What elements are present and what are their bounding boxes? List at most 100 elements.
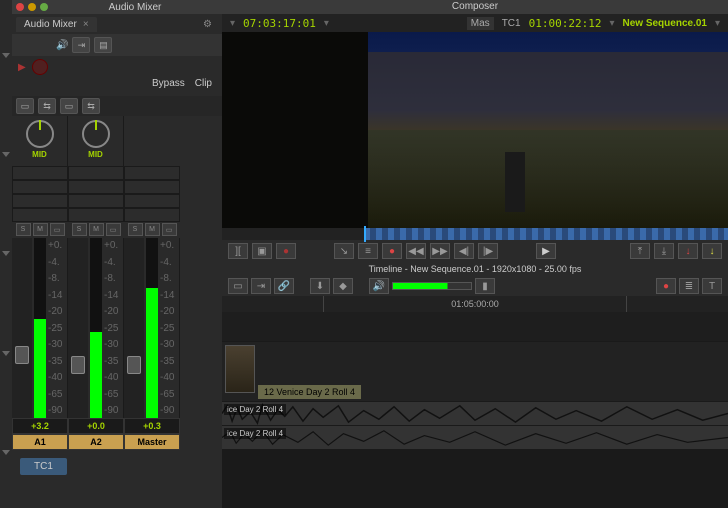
sequence-name[interactable]: New Sequence.01 — [622, 18, 706, 29]
text-tool-icon[interactable]: T — [702, 278, 722, 294]
effect-arrows-icon[interactable]: ⇆ — [38, 98, 56, 114]
segment-mode-icon[interactable]: ▭ — [228, 278, 248, 294]
clear-marks-icon[interactable]: ▣ — [252, 243, 272, 259]
record-button[interactable] — [32, 59, 48, 75]
video-clip-thumb[interactable] — [225, 345, 255, 393]
fader-handle[interactable] — [15, 346, 29, 364]
insert-slot[interactable] — [68, 180, 124, 194]
marker-icon[interactable]: ● — [656, 278, 676, 294]
mode-button[interactable]: ▭ — [50, 223, 65, 236]
close-tab-icon[interactable]: × — [83, 19, 89, 30]
tab-audio-mixer[interactable]: Audio Mixer × — [16, 17, 97, 32]
dropdown-icon[interactable]: ▾ — [230, 18, 235, 29]
track-filler[interactable] — [222, 312, 728, 342]
mute-button[interactable]: M — [145, 223, 160, 236]
record-monitor[interactable] — [368, 32, 728, 228]
fader-handle[interactable] — [71, 356, 85, 374]
record-icon[interactable]: ● — [382, 243, 402, 259]
audio-track-2[interactable]: ice Day 2 Roll 4 — [222, 426, 728, 450]
channel-name[interactable]: Master — [124, 434, 180, 450]
mode-button[interactable]: ▭ — [106, 223, 121, 236]
solo-button[interactable]: S — [128, 223, 143, 236]
effect-slot-icon[interactable]: ▭ — [60, 98, 78, 114]
insert-slot[interactable] — [124, 208, 180, 222]
playhead-icon[interactable] — [364, 226, 366, 242]
mute-button[interactable]: M — [33, 223, 48, 236]
gear-icon[interactable]: ⚙ — [203, 19, 212, 30]
insert-slot[interactable] — [68, 194, 124, 208]
dropdown-icon[interactable]: ▾ — [609, 18, 614, 29]
insert-slot[interactable] — [12, 180, 68, 194]
play-icon[interactable]: ▶ — [536, 243, 556, 259]
extract-icon[interactable]: ⤒ — [630, 243, 650, 259]
insert-slot[interactable] — [12, 194, 68, 208]
insert-slot[interactable] — [124, 180, 180, 194]
meter-icon[interactable]: ▮ — [475, 278, 495, 294]
mode-button[interactable]: ▭ — [162, 223, 177, 236]
solo-button[interactable]: S — [72, 223, 87, 236]
source-monitor[interactable] — [222, 32, 368, 228]
speaker-icon[interactable]: 🔊 — [56, 40, 68, 51]
video-clip-label[interactable]: 12 Venice Day 2 Roll 4 — [258, 385, 361, 399]
expand-toggle-icon[interactable] — [2, 53, 10, 58]
list-icon[interactable]: ≡ — [358, 243, 378, 259]
overwrite-icon[interactable]: ↓ — [678, 243, 698, 259]
link-icon[interactable]: 🔗 — [274, 278, 294, 294]
fader-handle[interactable] — [127, 356, 141, 374]
fader-track[interactable] — [68, 238, 88, 418]
channel-name[interactable]: A1 — [12, 434, 68, 450]
step-back-icon[interactable]: ◀| — [454, 243, 474, 259]
rewind-icon[interactable]: ◀◀ — [406, 243, 426, 259]
splice-icon[interactable]: ↓ — [702, 243, 722, 259]
marker-icon[interactable]: ● — [276, 243, 296, 259]
fader-value[interactable]: +0.0 — [68, 418, 124, 434]
forward-icon[interactable]: ▶▶ — [430, 243, 450, 259]
waveform[interactable]: ice Day 2 Roll 4 — [222, 426, 728, 449]
expand-toggle-icon[interactable] — [2, 152, 10, 157]
pan-knob[interactable] — [26, 120, 54, 148]
tc-track-chip[interactable]: TC1 — [20, 458, 67, 475]
mark-in-icon[interactable]: ][ — [228, 243, 248, 259]
insert-slot[interactable] — [124, 166, 180, 180]
expand-toggle-icon[interactable] — [2, 251, 10, 256]
trim-mode-icon[interactable]: ⇥ — [251, 278, 271, 294]
speaker-icon[interactable]: 🔊 — [369, 278, 389, 294]
mute-button[interactable]: M — [89, 223, 104, 236]
view-menu-icon[interactable]: ≣ — [679, 278, 699, 294]
zoom-icon[interactable] — [40, 3, 48, 11]
link-icon[interactable]: ⇥ — [72, 37, 90, 53]
step-fwd-icon[interactable]: |▶ — [478, 243, 498, 259]
master-label[interactable]: Mas — [467, 17, 494, 30]
effect-mode-icon[interactable]: ⬇ — [310, 278, 330, 294]
position-bar[interactable] — [222, 228, 728, 240]
minimize-icon[interactable] — [28, 3, 36, 11]
close-icon[interactable] — [16, 3, 24, 11]
lift-icon[interactable]: ⤓ — [654, 243, 674, 259]
expand-toggle-icon[interactable] — [2, 351, 10, 356]
fader-track[interactable] — [12, 238, 32, 418]
view-icon[interactable]: ▤ — [94, 37, 112, 53]
fader-track[interactable] — [124, 238, 144, 418]
effect-slot-icon[interactable]: ▭ — [16, 98, 34, 114]
go-start-icon[interactable]: ↘ — [334, 243, 354, 259]
record-arrow-icon[interactable]: ▶ — [18, 62, 26, 73]
video-track[interactable]: 12 Venice Day 2 Roll 4 — [222, 342, 728, 402]
insert-slot[interactable] — [12, 208, 68, 222]
solo-button[interactable]: S — [16, 223, 31, 236]
dropdown-icon[interactable]: ▾ — [324, 18, 329, 29]
fader-value[interactable]: +0.3 — [124, 418, 180, 434]
effect-arrows-icon[interactable]: ⇆ — [82, 98, 100, 114]
keyframe-icon[interactable]: ◆ — [333, 278, 353, 294]
fader-value[interactable]: +3.2 — [12, 418, 68, 434]
pan-knob[interactable] — [82, 120, 110, 148]
audio-track-1[interactable]: ice Day 2 Roll 4 — [222, 402, 728, 426]
clip-button[interactable]: Clip — [195, 78, 212, 96]
volume-slider[interactable] — [392, 282, 472, 290]
insert-slot[interactable] — [68, 166, 124, 180]
bypass-button[interactable]: Bypass — [152, 78, 185, 96]
insert-slot[interactable] — [68, 208, 124, 222]
dropdown-icon[interactable]: ▾ — [715, 18, 720, 29]
insert-slot[interactable] — [12, 166, 68, 180]
insert-slot[interactable] — [124, 194, 180, 208]
channel-name[interactable]: A2 — [68, 434, 124, 450]
